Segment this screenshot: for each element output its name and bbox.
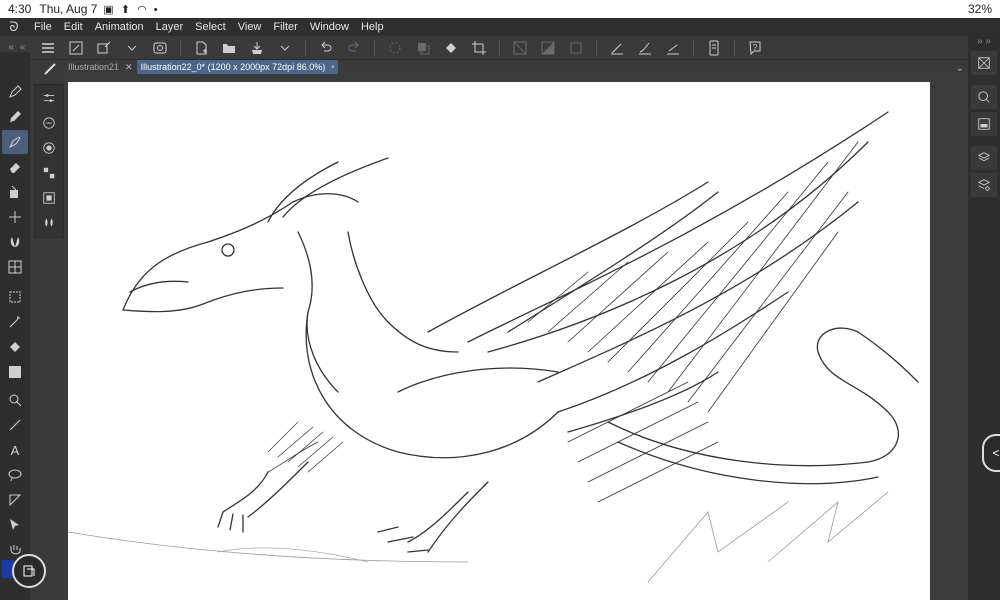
select-rect-icon[interactable] xyxy=(2,285,28,309)
menu-file[interactable]: File xyxy=(28,21,58,33)
water-drop-icon[interactable] xyxy=(35,210,63,235)
lasso-icon[interactable] xyxy=(2,463,28,487)
pencil-icon[interactable] xyxy=(2,105,28,129)
command-bar: « « ? xyxy=(0,36,1000,60)
intermediate-color-icon[interactable] xyxy=(35,185,63,210)
chevron-down-icon[interactable]: ⌄ xyxy=(956,63,964,74)
chevron-down-icon[interactable] xyxy=(121,37,143,59)
divider xyxy=(180,39,181,56)
brush-settings-icon[interactable] xyxy=(35,110,63,135)
modified-dot-icon[interactable]: • xyxy=(331,62,334,72)
clock: 4:30 xyxy=(8,2,32,16)
fill-bucket-icon[interactable] xyxy=(440,37,462,59)
sub-tool-panel xyxy=(34,84,64,238)
svg-text:?: ? xyxy=(753,43,758,52)
dragon-sketch xyxy=(67,111,919,583)
battery-level: 32% xyxy=(967,2,992,16)
new-file-icon[interactable] xyxy=(190,37,212,59)
operation-icon[interactable] xyxy=(2,513,28,537)
color-wheel-icon[interactable] xyxy=(35,135,63,160)
menu-view[interactable]: View xyxy=(232,21,268,33)
edge-keyboard-button[interactable]: < xyxy=(982,434,1000,472)
brush-stroke-icon[interactable] xyxy=(634,37,656,59)
menu-filter[interactable]: Filter xyxy=(267,21,303,33)
tab-illustration22[interactable]: Illustration22_0* (1200 x 2000px 72dpi 8… xyxy=(136,60,339,74)
drawing-canvas[interactable] xyxy=(67,82,930,600)
blend-icon[interactable] xyxy=(2,230,28,254)
text-icon[interactable]: A xyxy=(2,438,28,462)
menu-layer[interactable]: Layer xyxy=(150,21,190,33)
chevron-left-icon: < xyxy=(992,446,1000,460)
menu-animation[interactable]: Animation xyxy=(89,21,150,33)
line-pen-icon[interactable] xyxy=(662,37,684,59)
app-logo-icon[interactable]: ᘐ xyxy=(0,19,28,35)
color-set-icon[interactable] xyxy=(35,160,63,185)
canvas-area[interactable] xyxy=(64,74,968,600)
selection-outline-icon[interactable] xyxy=(565,37,587,59)
line-icon[interactable] xyxy=(2,413,28,437)
eraser-icon[interactable] xyxy=(2,155,28,179)
date: Thu, Aug 7 xyxy=(39,2,98,16)
bucket-icon[interactable] xyxy=(2,335,28,359)
copy-layer-icon[interactable] xyxy=(412,37,434,59)
figure-icon[interactable] xyxy=(2,388,28,412)
tool-palette: A xyxy=(0,52,30,600)
menu-select[interactable]: Select xyxy=(189,21,232,33)
magic-wand-icon[interactable] xyxy=(2,310,28,334)
menu-window[interactable]: Window xyxy=(304,21,355,33)
divider xyxy=(305,39,306,56)
divider xyxy=(734,39,735,56)
divider xyxy=(499,39,500,56)
menu-bar: ᘐ File Edit Animation Layer Select View … xyxy=(0,18,1000,36)
menu-edit[interactable]: Edit xyxy=(58,21,89,33)
search-icon[interactable] xyxy=(971,85,997,109)
swap-icon xyxy=(23,565,35,577)
companion-icon[interactable] xyxy=(149,37,171,59)
shape-icon[interactable] xyxy=(2,488,28,512)
redo-icon[interactable] xyxy=(343,37,365,59)
divider xyxy=(596,39,597,56)
quick-access-button[interactable] xyxy=(12,554,46,588)
layer-search-icon[interactable] xyxy=(971,173,997,197)
sparkle-icon[interactable] xyxy=(2,205,28,229)
open-folder-icon[interactable] xyxy=(218,37,240,59)
ruler-pen-icon[interactable] xyxy=(606,37,628,59)
tool-property-icon[interactable] xyxy=(35,85,63,110)
divider xyxy=(693,39,694,56)
undo-icon[interactable] xyxy=(315,37,337,59)
menu-help[interactable]: Help xyxy=(355,21,390,33)
right-dock: » » xyxy=(968,36,1000,600)
status-bar: 4:30 Thu, Aug 7 ▣ ⬆ ◠ • 32% xyxy=(0,0,1000,18)
brush-icon[interactable] xyxy=(2,130,28,154)
tab-illustration21[interactable]: Illustration21 ✕ xyxy=(64,60,137,74)
navigator-icon[interactable] xyxy=(971,51,997,75)
chevron-down-icon[interactable] xyxy=(274,37,296,59)
close-icon[interactable]: ✕ xyxy=(125,62,133,73)
device-settings-icon[interactable] xyxy=(703,37,725,59)
pen-icon[interactable] xyxy=(2,80,28,104)
hamburger-menu-icon[interactable] xyxy=(37,37,59,59)
notification-icons: ▣ ⬆ ◠ • xyxy=(103,3,160,16)
divider xyxy=(374,39,375,56)
document-tabs: Illustration21 ✕ Illustration22_0* (1200… xyxy=(64,60,968,74)
tab-label: Illustration21 xyxy=(68,62,120,72)
save-icon[interactable] xyxy=(246,37,268,59)
crop-icon[interactable] xyxy=(468,37,490,59)
fill-icon[interactable] xyxy=(2,180,28,204)
canvas-resize-icon[interactable] xyxy=(65,37,87,59)
loading-icon[interactable] xyxy=(384,37,406,59)
grid-icon[interactable] xyxy=(2,255,28,279)
brush-size-icon[interactable] xyxy=(36,58,64,80)
collapse-right-icon[interactable]: » » xyxy=(968,36,1000,48)
gradient-icon[interactable] xyxy=(2,360,28,384)
svg-text:A: A xyxy=(11,443,20,458)
deselect-icon[interactable] xyxy=(509,37,531,59)
help-icon[interactable]: ? xyxy=(744,37,766,59)
layers-icon[interactable] xyxy=(971,146,997,170)
invert-selection-icon[interactable] xyxy=(537,37,559,59)
tab-label: Illustration22_0* (1200 x 2000px 72dpi 8… xyxy=(140,62,326,72)
layer-property-icon[interactable] xyxy=(971,112,997,136)
modify-icon[interactable] xyxy=(93,37,115,59)
